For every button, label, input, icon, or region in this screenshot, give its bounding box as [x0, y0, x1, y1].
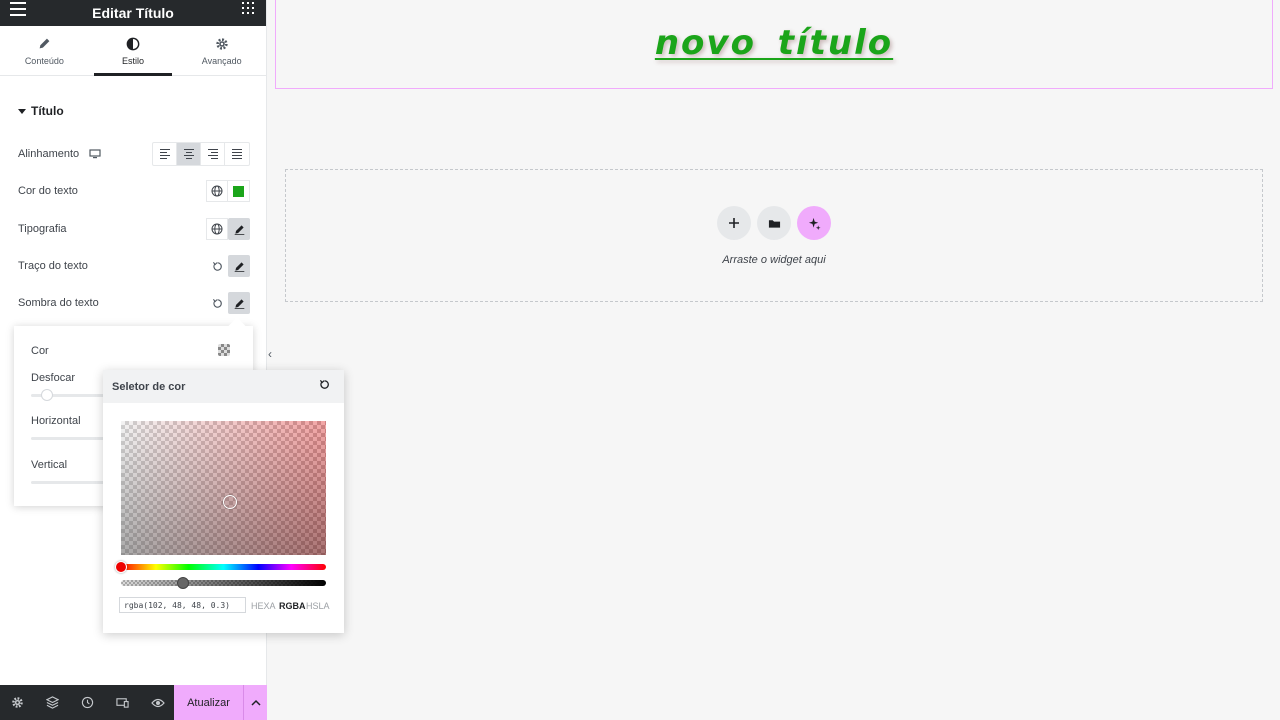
- text-stroke-control: Traço do texto: [18, 255, 250, 277]
- heading-widget-text[interactable]: novo título: [655, 23, 893, 63]
- tab-advanced[interactable]: Avançado: [177, 26, 266, 75]
- folder-icon: [768, 219, 780, 228]
- align-left-icon: [159, 149, 170, 159]
- tab-content-label: Conteúdo: [24, 55, 64, 66]
- bottom-toolbar: Atualizar: [0, 685, 267, 720]
- collapse-panel-chevron-icon[interactable]: ‹: [268, 347, 272, 361]
- tab-style-label: Estilo: [122, 55, 145, 66]
- text-color-label: Cor do texto: [18, 185, 78, 197]
- text-color-swatch-button[interactable]: [228, 180, 250, 202]
- color-picker-header: Seletor de cor: [103, 370, 344, 403]
- alignment-buttons: [152, 142, 250, 166]
- hue-slider[interactable]: [115, 561, 326, 573]
- panel-title: Editar Título: [92, 5, 174, 21]
- alignment-label: Alinhamento: [18, 148, 80, 160]
- typography-label: Tipografia: [18, 223, 67, 235]
- opacity-slider-thumb[interactable]: [176, 577, 189, 589]
- widget-drop-area[interactable]: Arraste o widget aqui: [285, 169, 1263, 302]
- align-center-icon: [183, 149, 194, 159]
- history-icon[interactable]: [70, 685, 105, 720]
- heading-section[interactable]: novo título: [275, 0, 1273, 89]
- text-shadow-label: Sombra do texto: [18, 297, 99, 309]
- gear-icon: [215, 36, 229, 52]
- typography-edit-button[interactable]: [228, 218, 250, 240]
- format-hexa-button[interactable]: HEXA: [251, 601, 276, 611]
- align-right-button[interactable]: [201, 143, 225, 165]
- align-justify-button[interactable]: [225, 143, 249, 165]
- layers-icon[interactable]: [35, 685, 70, 720]
- text-color-swatch: [233, 185, 244, 197]
- caret-down-icon: [18, 108, 26, 114]
- add-template-button[interactable]: [757, 206, 791, 240]
- align-right-icon: [207, 149, 218, 159]
- add-section-button[interactable]: [717, 206, 751, 240]
- pencil-icon: [234, 261, 244, 272]
- hue-slider-thumb[interactable]: [115, 561, 127, 573]
- panel-header: Editar Título: [0, 0, 266, 26]
- shadow-blur-slider[interactable]: [31, 389, 111, 401]
- color-picker-title: Seletor de cor: [112, 380, 186, 393]
- global-typography-button[interactable]: [206, 218, 228, 240]
- contrast-icon: [126, 36, 140, 52]
- shadow-horizontal-slider[interactable]: [31, 437, 111, 440]
- preview-eye-icon[interactable]: [140, 685, 175, 720]
- format-rgba-button[interactable]: RGBA: [279, 601, 306, 611]
- section-title-label: Título: [31, 104, 64, 118]
- color-saturation-area[interactable]: [121, 421, 326, 555]
- text-shadow-control: Sombra do texto: [18, 292, 250, 314]
- opacity-slider[interactable]: [121, 577, 326, 589]
- text-shadow-edit-button[interactable]: [228, 292, 250, 314]
- section-title-toggle[interactable]: Título: [18, 104, 64, 118]
- shadow-horizontal-label: Horizontal: [31, 415, 81, 427]
- typography-control: Tipografia: [18, 218, 250, 240]
- update-options-button[interactable]: [243, 685, 267, 720]
- shadow-vertical-label: Vertical: [31, 459, 68, 471]
- shadow-color-label: Cor: [31, 345, 49, 357]
- pencil-icon: [234, 224, 244, 235]
- settings-gear-icon[interactable]: [0, 685, 35, 720]
- ai-generate-button[interactable]: [797, 206, 831, 240]
- global-colors-button[interactable]: [206, 180, 228, 202]
- pencil-icon: [234, 298, 244, 309]
- shadow-blur-label: Desfocar: [31, 372, 76, 384]
- tab-style[interactable]: Estilo: [89, 26, 178, 76]
- alignment-control: Alinhamento: [18, 142, 250, 166]
- chevron-up-icon: [250, 699, 261, 706]
- globe-icon: [211, 185, 223, 197]
- drop-area-hint: Arraste o widget aqui: [722, 254, 826, 266]
- shadow-vertical-slider[interactable]: [31, 481, 111, 484]
- update-button[interactable]: Atualizar: [174, 685, 243, 720]
- globe-icon: [211, 223, 223, 235]
- color-picker-popover: Seletor de cor HEXA RGBA HSLA: [103, 370, 344, 633]
- panel-tabs: Conteúdo Estilo Avançado: [0, 26, 266, 76]
- shadow-color-swatch-icon[interactable]: [218, 344, 230, 356]
- text-stroke-edit-button[interactable]: [228, 255, 250, 277]
- tab-advanced-label: Avançado: [201, 55, 242, 66]
- color-value-input[interactable]: [119, 597, 246, 613]
- pencil-icon: [38, 36, 51, 52]
- saturation-thumb[interactable]: [223, 495, 237, 509]
- text-color-control: Cor do texto: [18, 180, 250, 202]
- text-stroke-label: Traço do texto: [18, 260, 88, 272]
- shadow-blur-slider-thumb[interactable]: [41, 389, 53, 401]
- reset-icon: [212, 261, 222, 271]
- sparkle-icon: [808, 217, 821, 230]
- format-hsla-button[interactable]: HSLA: [306, 601, 330, 611]
- plus-icon: [729, 218, 739, 228]
- align-justify-icon: [232, 149, 242, 159]
- hamburger-menu-icon[interactable]: [10, 2, 26, 16]
- align-center-button[interactable]: [177, 143, 201, 165]
- text-shadow-reset-button[interactable]: [206, 292, 228, 314]
- text-stroke-reset-button[interactable]: [206, 255, 228, 277]
- reset-icon: [212, 298, 222, 308]
- color-reset-icon[interactable]: [319, 379, 330, 393]
- align-left-button[interactable]: [153, 143, 177, 165]
- responsive-mode-icon[interactable]: [105, 685, 140, 720]
- tab-content[interactable]: Conteúdo: [0, 26, 89, 75]
- desktop-icon[interactable]: [89, 149, 101, 159]
- apps-grid-icon[interactable]: [242, 2, 254, 14]
